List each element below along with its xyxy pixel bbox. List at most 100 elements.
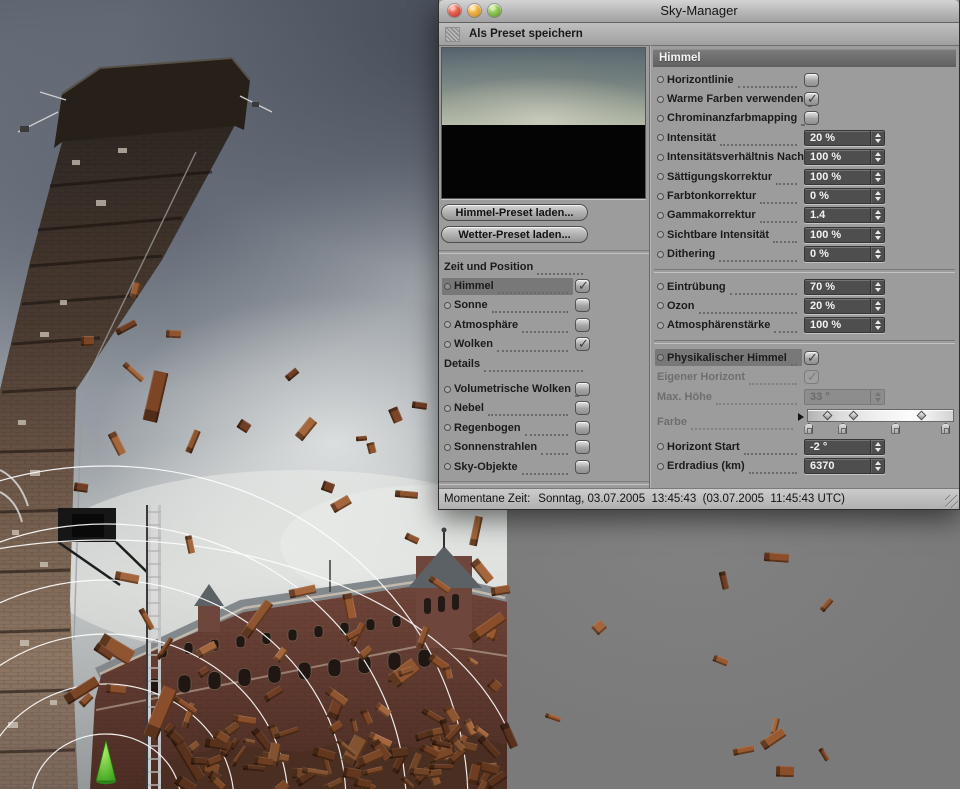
title-bar[interactable]: Sky-Manager — [439, 0, 959, 23]
intensitaetsverhaeltnis-nacht-stepper[interactable]: 100 % — [804, 149, 885, 166]
param-row-horizont-start[interactable]: Horizont Start -2 ° — [652, 437, 957, 456]
sidebar-item-himmel[interactable]: Himmel — [439, 276, 649, 295]
zoom-button[interactable] — [488, 4, 501, 17]
sidebar-item-atmosphaere[interactable]: Atmosphäre — [439, 315, 649, 334]
gradient-marker-icon[interactable] — [822, 410, 833, 421]
warme-farben-verwenden-checkbox[interactable] — [804, 91, 819, 107]
atmosphaerenstaerke-stepper[interactable]: 100 % — [804, 317, 885, 334]
arrow-up-icon[interactable] — [874, 300, 881, 305]
close-button[interactable] — [448, 4, 461, 17]
param-row-atmosphaerenstaerke[interactable]: Atmosphärenstärke 100 % — [652, 316, 957, 335]
intensitaet-stepper[interactable]: 20 % — [804, 129, 885, 146]
stepper-arrows[interactable] — [870, 130, 884, 145]
param-row-gammakorrektur[interactable]: Gammakorrektur 1.4 — [652, 206, 957, 225]
resize-grip[interactable] — [945, 495, 958, 508]
save-preset-button[interactable]: Als Preset speichern — [469, 28, 583, 40]
param-row-chrominanzfarbmapping[interactable]: Chrominanzfarbmapping — [652, 109, 957, 128]
sidebar-item-sonne[interactable]: Sonne — [439, 296, 649, 315]
minimize-button[interactable] — [468, 4, 481, 17]
param-row-warme-farben-verwenden[interactable]: Warme Farben verwenden — [652, 89, 957, 108]
physikalischer-himmel-checkbox[interactable] — [804, 350, 819, 366]
arrow-up-icon[interactable] — [874, 249, 881, 254]
param-row-intensitaetsverhaeltnis-nacht[interactable]: Intensitätsverhältnis Nacht 100 % — [652, 148, 957, 167]
sonnenstrahlen-checkbox[interactable] — [575, 440, 590, 455]
chrominanzfarbmapping-checkbox[interactable] — [804, 111, 819, 126]
gradient-knot-handle[interactable] — [838, 422, 848, 434]
param-row-eintruebung[interactable]: Eintrübung 70 % — [652, 277, 957, 296]
param-row-physikalischer-himmel[interactable]: Physikalischer Himmel — [652, 348, 957, 367]
gradient-marker-icon[interactable] — [848, 410, 859, 421]
param-row-sichtbare-intensitaet[interactable]: Sichtbare Intensität 100 % — [652, 225, 957, 244]
wolken-checkbox[interactable] — [575, 336, 590, 352]
arrow-down-icon[interactable] — [874, 447, 881, 452]
stepper-arrows[interactable] — [870, 439, 884, 454]
arrow-up-icon[interactable] — [874, 191, 881, 196]
stepper-arrows[interactable] — [870, 150, 884, 165]
arrow-up-icon[interactable] — [874, 210, 881, 215]
stepper-arrows[interactable] — [870, 208, 884, 223]
arrow-down-icon[interactable] — [874, 287, 881, 292]
param-row-farbtonkorrektur[interactable]: Farbtonkorrektur 0 % — [652, 186, 957, 205]
horizontlinie-checkbox[interactable] — [804, 72, 819, 87]
param-row-saettigungskorrektur[interactable]: Sättigungskorrektur 100 % — [652, 167, 957, 186]
gradient-knot-handle[interactable] — [941, 422, 951, 434]
param-row-dithering[interactable]: Dithering 0 % — [652, 245, 957, 264]
volumetrische-wolken-checkbox[interactable] — [575, 382, 590, 397]
horizont-start-stepper[interactable]: -2 ° — [804, 438, 885, 455]
arrow-down-icon[interactable] — [874, 216, 881, 221]
param-row-ozon[interactable]: Ozon 20 % — [652, 296, 957, 315]
expand-arrow-icon[interactable] — [798, 412, 804, 421]
sidebar-item-sonnenstrahlen[interactable]: Sonnenstrahlen — [439, 438, 649, 457]
stepper-arrows[interactable] — [870, 247, 884, 262]
stepper-arrows[interactable] — [870, 169, 884, 184]
sky-objekte-checkbox[interactable] — [575, 459, 590, 474]
eintruebung-stepper[interactable]: 70 % — [804, 278, 885, 295]
gradient-knot-handle[interactable] — [891, 422, 901, 434]
param-row-erdradius[interactable]: Erdradius (km) 6370 — [652, 457, 957, 476]
arrow-up-icon[interactable] — [874, 229, 881, 234]
load-weather-preset-button[interactable]: Wetter-Preset laden... — [441, 226, 588, 243]
dithering-stepper[interactable]: 0 % — [804, 246, 885, 263]
sidebar-item-nebel[interactable]: Nebel — [439, 399, 649, 418]
param-row-farbe[interactable]: Farbe — [652, 406, 957, 437]
sidebar-item-regenbogen[interactable]: Regenbogen — [439, 418, 649, 437]
ozon-stepper[interactable]: 20 % — [804, 297, 885, 314]
sichtbare-intensitaet-stepper[interactable]: 100 % — [804, 226, 885, 243]
arrow-down-icon[interactable] — [874, 255, 881, 260]
sidebar-item-zeit-und-position[interactable]: Zeit und Position — [439, 257, 649, 276]
gradient-bar[interactable] — [807, 408, 954, 422]
stepper-arrows[interactable] — [870, 279, 884, 294]
arrow-down-icon[interactable] — [874, 467, 881, 472]
drag-grip-icon[interactable] — [445, 26, 460, 42]
sidebar-item-details[interactable]: Details — [439, 354, 649, 373]
arrow-up-icon[interactable] — [874, 461, 881, 466]
arrow-down-icon[interactable] — [874, 158, 881, 163]
stepper-arrows[interactable] — [870, 298, 884, 313]
erdradius-stepper[interactable]: 6370 — [804, 458, 885, 475]
stepper-arrows[interactable] — [870, 318, 884, 333]
sidebar-item-volumetrische-wolken[interactable]: Volumetrische Wolken — [439, 379, 649, 398]
arrow-up-icon[interactable] — [874, 171, 881, 176]
sidebar-item-sky-objekte[interactable]: Sky-Objekte — [439, 457, 649, 476]
gradient-knot-handle[interactable] — [804, 422, 814, 434]
atmosphaere-checkbox[interactable] — [575, 317, 590, 332]
gradient-marker-icon[interactable] — [916, 410, 927, 421]
param-row-eigener-horizont[interactable]: Eigener Horizont — [652, 367, 957, 386]
arrow-up-icon[interactable] — [874, 281, 881, 286]
arrow-up-icon[interactable] — [874, 320, 881, 325]
arrow-down-icon[interactable] — [874, 177, 881, 182]
stepper-arrows[interactable] — [870, 227, 884, 242]
farbtonkorrektur-stepper[interactable]: 0 % — [804, 188, 885, 205]
himmel-checkbox[interactable] — [575, 278, 590, 294]
nebel-checkbox[interactable] — [575, 401, 590, 416]
arrow-up-icon[interactable] — [874, 441, 881, 446]
stepper-arrows[interactable] — [870, 459, 884, 474]
load-sky-preset-button[interactable]: Himmel-Preset laden... — [441, 204, 588, 221]
arrow-up-icon[interactable] — [874, 132, 881, 137]
arrow-down-icon[interactable] — [874, 197, 881, 202]
saettigungskorrektur-stepper[interactable]: 100 % — [804, 168, 885, 185]
arrow-up-icon[interactable] — [874, 152, 881, 157]
arrow-down-icon[interactable] — [874, 306, 881, 311]
arrow-down-icon[interactable] — [874, 138, 881, 143]
regenbogen-checkbox[interactable] — [575, 420, 590, 435]
